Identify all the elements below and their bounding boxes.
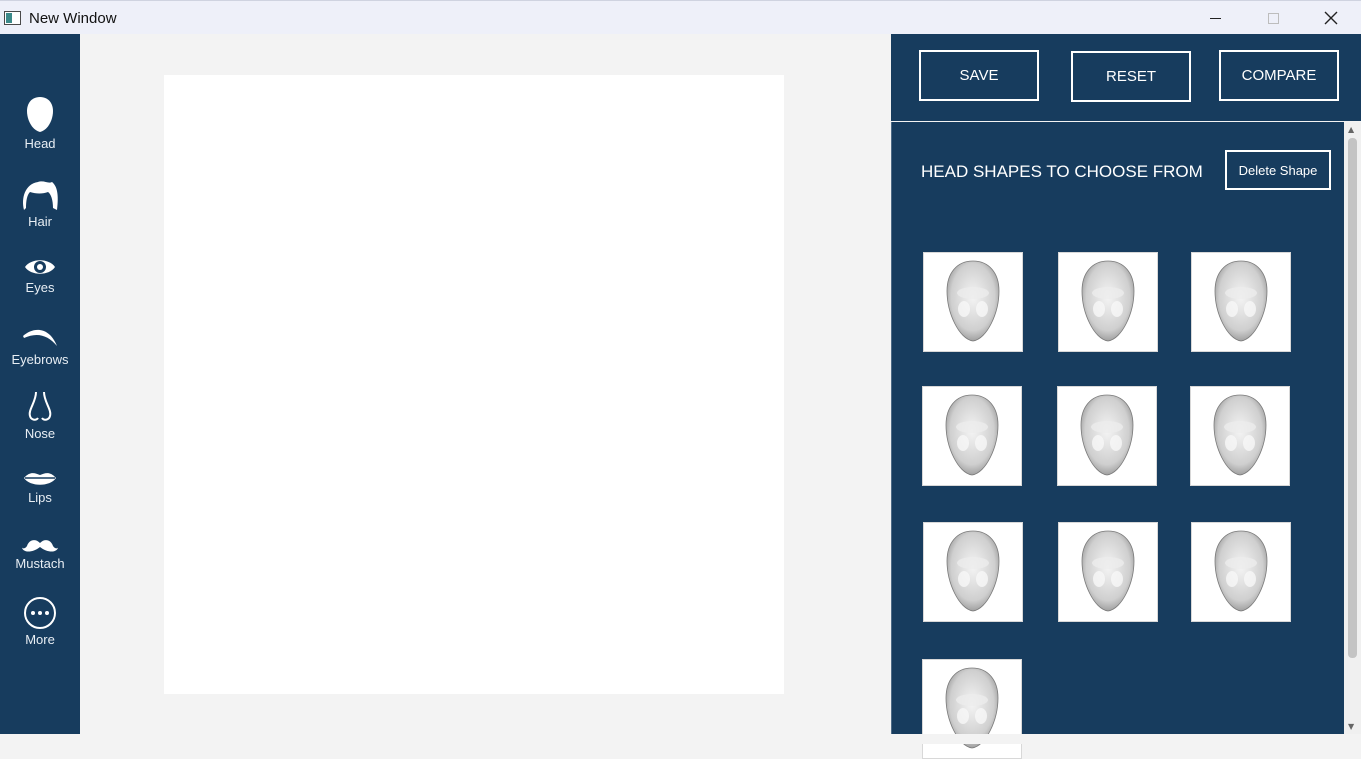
scroll-down-icon[interactable]: ▼ bbox=[1348, 722, 1354, 731]
sidebar-item-label: Eyebrows bbox=[11, 352, 69, 367]
sidebar-item-label: Hair bbox=[28, 214, 52, 229]
lips-icon bbox=[24, 473, 56, 485]
sidebar-item-label: More bbox=[25, 632, 55, 647]
mustache-icon bbox=[22, 540, 58, 552]
hair-icon bbox=[23, 181, 58, 210]
sidebar-item-hair[interactable]: Hair bbox=[0, 180, 80, 229]
head-shape-image bbox=[1081, 530, 1135, 612]
compare-button[interactable]: COMPARE bbox=[1219, 50, 1339, 101]
sidebar-item-eyebrows[interactable]: Eyebrows bbox=[0, 326, 80, 367]
eyebrow-icon bbox=[23, 329, 57, 346]
close-icon bbox=[1324, 11, 1338, 25]
window-bottom-edge bbox=[0, 734, 1361, 744]
sidebar: Head Hair Eyes Eyebrows Nose Lips Mustac… bbox=[0, 34, 80, 734]
vertical-scrollbar[interactable]: ▲ ▼ bbox=[1344, 122, 1361, 734]
maximize-button[interactable] bbox=[1244, 1, 1302, 35]
head-icon bbox=[27, 97, 53, 132]
panel-heading: HEAD SHAPES TO CHOOSE FROM bbox=[921, 162, 1203, 181]
head-shape-thumbnail[interactable] bbox=[922, 386, 1022, 486]
head-shape-image bbox=[945, 394, 999, 476]
head-shape-thumbnail[interactable] bbox=[1191, 252, 1291, 352]
sidebar-item-mustach[interactable]: Mustach bbox=[0, 538, 80, 571]
sidebar-item-more[interactable]: More bbox=[0, 596, 80, 647]
sidebar-item-label: Eyes bbox=[25, 280, 55, 295]
sidebar-item-label: Nose bbox=[24, 426, 56, 441]
toolbar: SAVE RESET COMPARE bbox=[891, 34, 1361, 121]
head-shape-image bbox=[1080, 394, 1134, 476]
head-shape-thumbnail[interactable] bbox=[1057, 386, 1157, 486]
sidebar-item-label: Lips bbox=[28, 490, 52, 505]
close-button[interactable] bbox=[1302, 1, 1360, 35]
window-title: New Window bbox=[29, 10, 117, 27]
sidebar-item-head[interactable]: Head bbox=[0, 96, 80, 151]
title-bar: New Window bbox=[0, 0, 1361, 34]
maximize-icon bbox=[1267, 12, 1279, 24]
head-shape-image bbox=[1081, 260, 1135, 342]
head-shape-thumbnail[interactable] bbox=[1058, 522, 1158, 622]
head-shape-thumbnail[interactable] bbox=[1190, 386, 1290, 486]
save-button[interactable]: SAVE bbox=[919, 50, 1039, 101]
nose-icon bbox=[28, 391, 52, 421]
head-shape-thumbnail[interactable] bbox=[923, 522, 1023, 622]
head-shape-image bbox=[1214, 530, 1268, 612]
sidebar-item-lips[interactable]: Lips bbox=[0, 470, 80, 505]
eye-icon bbox=[25, 260, 55, 274]
canvas-area bbox=[80, 34, 891, 734]
delete-shape-button[interactable]: Delete Shape bbox=[1225, 150, 1331, 190]
scroll-up-icon[interactable]: ▲ bbox=[1348, 125, 1354, 134]
head-shape-thumbnail[interactable] bbox=[923, 252, 1023, 352]
head-shape-thumbnail[interactable] bbox=[1058, 252, 1158, 352]
head-shapes-panel: HEAD SHAPES TO CHOOSE FROM Delete Shape bbox=[891, 122, 1344, 759]
head-shape-image bbox=[1214, 260, 1268, 342]
scroll-thumb[interactable] bbox=[1348, 138, 1357, 658]
sidebar-item-nose[interactable]: Nose bbox=[0, 390, 80, 441]
sidebar-item-label: Head bbox=[24, 136, 56, 151]
drawing-canvas[interactable] bbox=[164, 75, 784, 694]
sidebar-item-eyes[interactable]: Eyes bbox=[0, 256, 80, 295]
app-icon bbox=[4, 11, 21, 25]
head-shape-image bbox=[946, 260, 1000, 342]
minimize-icon bbox=[1209, 17, 1221, 19]
head-shape-image bbox=[1213, 394, 1267, 476]
head-shape-thumbnail[interactable] bbox=[1191, 522, 1291, 622]
more-icon bbox=[24, 597, 56, 629]
head-shape-image bbox=[946, 530, 1000, 612]
reset-button[interactable]: RESET bbox=[1071, 51, 1191, 102]
minimize-button[interactable] bbox=[1186, 1, 1244, 35]
sidebar-item-label: Mustach bbox=[15, 556, 65, 571]
head-shape-thumbnail[interactable] bbox=[922, 659, 1022, 759]
